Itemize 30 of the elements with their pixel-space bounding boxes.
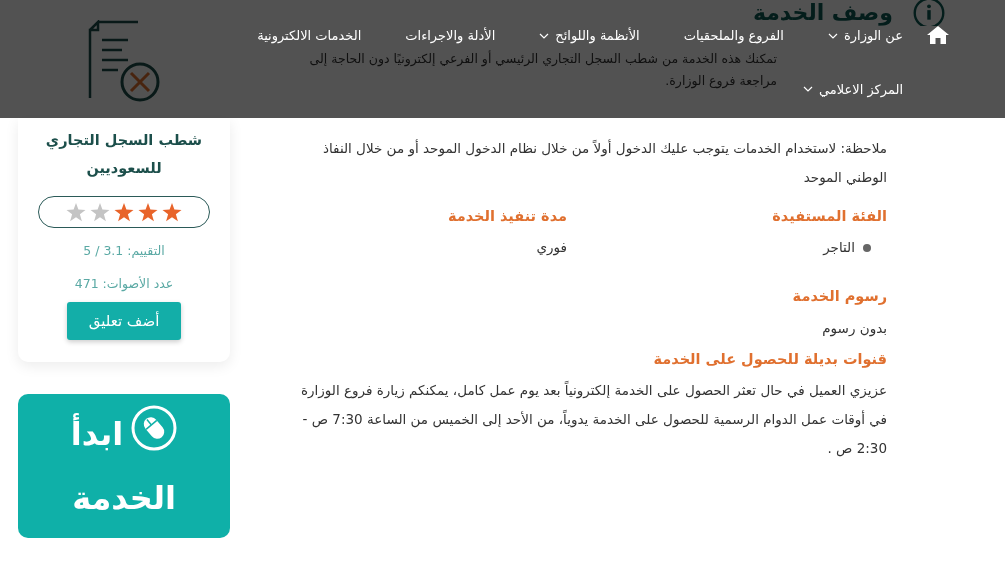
nav-link[interactable]: الخدمات الالكترونية <box>257 26 362 46</box>
nav-link[interactable]: الأدلة والاجراءات <box>405 26 496 46</box>
section-heading: رسوم الخدمة <box>791 288 887 306</box>
service-description: تمكنك هذه الخدمة من شطب السجل التجاري الرئيسي أو الفرعي إلكترونيًا دون الحاجة إلى مراجعة فروع الوزارة. <box>308 49 777 91</box>
home-icon[interactable] <box>927 26 949 44</box>
star-icon[interactable] <box>90 202 110 222</box>
section-heading: الفئة المستفيدة <box>771 208 887 226</box>
star-rating[interactable] <box>66 202 182 222</box>
duration-value: فوري <box>535 238 567 258</box>
star-icon[interactable] <box>114 202 134 222</box>
star-icon[interactable] <box>138 202 158 222</box>
rating-text: التقييم: 3.1 / 5 <box>82 242 166 260</box>
service-name: شطب السجل التجاري للسعوديين <box>44 131 204 179</box>
star-icon[interactable] <box>66 202 86 222</box>
mouse-icon <box>131 405 178 451</box>
section-heading: مدة تنفيذ الخدمة <box>447 208 567 226</box>
login-note: ملاحظة: لاستخدام الخدمات يتوجب عليك الدخول أولاً من خلال نظام الدخول الموحد أو من خلال النفاذ الوطني الموحد <box>321 138 887 188</box>
bullet-icon <box>863 243 871 252</box>
page-title: وصف الخدمة <box>752 0 893 26</box>
star-icon[interactable] <box>162 202 182 222</box>
nav-link[interactable]: الأنظمة واللوائح <box>539 26 640 46</box>
document-cancel-icon <box>88 20 162 104</box>
nav-link[interactable]: عن الوزارة <box>827 26 903 46</box>
alternative-channels-text: عزيزي العميل في حال تعثر الحصول على الخدمة إلكترونياً بعد يوم عمل كامل، يمكنكم زيارة فروع الوزارة في أوقات عمل الدوام الرسمية للحصول على الخدمة يدوياً، من الأحد إلى الخميس من الساعة 7:30 ص - 2:30 ص . <box>299 380 887 459</box>
votes-count: عدد الأصوات: 471 <box>73 274 175 294</box>
section-heading: قنوات بديلة للحصول على الخدمة <box>652 350 887 369</box>
beneficiary-item: التاجر <box>823 238 855 258</box>
nav-link[interactable]: المركز الاعلامي <box>802 79 903 99</box>
nav-link[interactable]: الفروع والملحقيات <box>683 26 784 46</box>
fees-value: بدون رسوم <box>821 318 887 339</box>
